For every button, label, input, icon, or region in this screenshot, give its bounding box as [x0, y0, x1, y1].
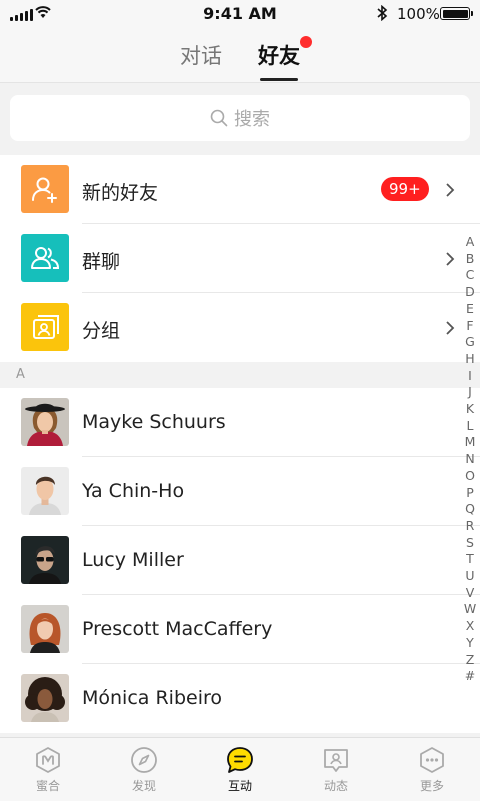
contact-name: Mayke Schuurs — [82, 411, 226, 433]
avatar — [21, 467, 69, 515]
notification-dot — [300, 36, 312, 48]
index-letter[interactable]: J — [468, 384, 472, 401]
status-bar: 9:41 AM 100% — [0, 0, 480, 28]
index-letter[interactable]: T — [466, 551, 474, 568]
contact-name: Ya Chin-Ho — [82, 480, 185, 502]
index-letter[interactable]: C — [466, 267, 475, 284]
tab-mihe[interactable]: 蜜合 — [0, 738, 96, 801]
index-letter[interactable]: F — [466, 318, 473, 335]
index-letter[interactable]: B — [466, 251, 475, 268]
index-letter[interactable]: # — [465, 668, 475, 685]
index-letter[interactable]: G — [465, 334, 475, 351]
chevron-right-icon — [446, 321, 455, 335]
section-header: A — [0, 362, 480, 388]
count-badge: 99+ — [381, 177, 429, 201]
index-letter[interactable]: V — [466, 585, 475, 602]
tab-interaction[interactable]: 互动 — [192, 738, 288, 801]
index-letter[interactable]: I — [468, 368, 472, 385]
index-letter[interactable]: Z — [466, 652, 475, 669]
index-letter[interactable]: D — [465, 284, 475, 301]
more-icon — [418, 746, 446, 774]
active-tab-indicator — [260, 78, 298, 81]
contact-name: Lucy Miller — [82, 549, 184, 571]
index-letter[interactable]: E — [466, 301, 474, 318]
search-icon — [210, 109, 228, 127]
index-letter[interactable]: Q — [465, 501, 475, 518]
index-letter[interactable]: K — [466, 401, 474, 418]
tab-label: 互动 — [227, 779, 252, 793]
contact-row[interactable]: Mónica Ribeiro — [0, 664, 480, 733]
contact-row[interactable]: Mayke Schuurs — [0, 388, 480, 457]
top-tab-bar: 对话 好友 — [0, 28, 480, 83]
compass-icon — [130, 746, 158, 774]
tab-label: 蜜合 — [35, 779, 60, 793]
tab-discover[interactable]: 发现 — [96, 738, 192, 801]
index-letter[interactable]: W — [464, 601, 476, 618]
contact-row[interactable]: Lucy Miller — [0, 526, 480, 595]
chevron-right-icon — [446, 252, 455, 266]
group-icon — [21, 234, 69, 282]
tab-friends[interactable]: 好友 — [258, 36, 312, 81]
index-letter[interactable]: N — [465, 451, 474, 468]
honey-m-icon — [35, 746, 61, 774]
search-input[interactable]: 搜索 — [10, 95, 470, 141]
avatar — [21, 398, 69, 446]
index-letter[interactable]: L — [467, 418, 474, 435]
menu-item-label: 新的好友 — [82, 182, 159, 204]
index-letter[interactable]: S — [466, 535, 474, 552]
index-letter[interactable]: M — [465, 434, 476, 451]
search-area: 搜索 — [0, 83, 480, 155]
battery-icon — [440, 7, 473, 20]
search-placeholder: 搜索 — [234, 109, 270, 130]
contact-name: Mónica Ribeiro — [82, 687, 222, 709]
menu-item-new-friends[interactable]: 新的好友 99+ — [0, 155, 480, 224]
tab-friends-label: 好友 — [258, 44, 300, 68]
tab-more[interactable]: 更多 — [384, 738, 480, 801]
contact-row[interactable]: Prescott MacCaffery — [0, 595, 480, 664]
menu-item-groups[interactable]: 分组 — [0, 293, 480, 362]
contact-name: Prescott MacCaffery — [82, 618, 273, 640]
index-letter[interactable]: R — [466, 518, 475, 535]
index-letter[interactable]: X — [466, 618, 475, 635]
alphabet-index[interactable]: A B C D E F G H I J K L M N O P Q R S T U V W X Y Z # — [461, 234, 479, 685]
contact-row[interactable]: Ya Chin-Ho — [0, 457, 480, 526]
menu-item-label: 群聊 — [82, 251, 121, 273]
avatar — [21, 536, 69, 584]
index-letter[interactable]: U — [465, 568, 474, 585]
avatar — [21, 674, 69, 722]
moments-icon — [322, 746, 350, 774]
bluetooth-icon — [377, 5, 388, 21]
avatar — [21, 605, 69, 653]
folder-contacts-icon — [21, 303, 69, 351]
menu-item-group-chats[interactable]: 群聊 — [0, 224, 480, 293]
friends-list: 新的好友 99+ 群聊 分组 A Mayke Schuurs Ya Chin-H… — [0, 155, 480, 733]
chat-bubble-icon — [226, 746, 254, 774]
index-letter[interactable]: H — [465, 351, 474, 368]
tab-label: 动态 — [323, 779, 348, 793]
tab-moments[interactable]: 动态 — [288, 738, 384, 801]
tab-conversations[interactable]: 对话 — [180, 40, 222, 70]
index-letter[interactable]: Y — [466, 635, 474, 652]
tab-label: 发现 — [131, 779, 156, 793]
bottom-tab-bar: 蜜合 发现 互动 动态 更多 — [0, 737, 480, 801]
tab-label: 更多 — [419, 779, 444, 793]
index-letter[interactable]: O — [465, 468, 475, 485]
chevron-right-icon — [446, 183, 455, 197]
menu-item-label: 分组 — [82, 320, 121, 342]
battery-percent: 100% — [397, 5, 440, 23]
add-user-icon — [21, 165, 69, 213]
index-letter[interactable]: A — [466, 234, 475, 251]
index-letter[interactable]: P — [466, 485, 474, 502]
